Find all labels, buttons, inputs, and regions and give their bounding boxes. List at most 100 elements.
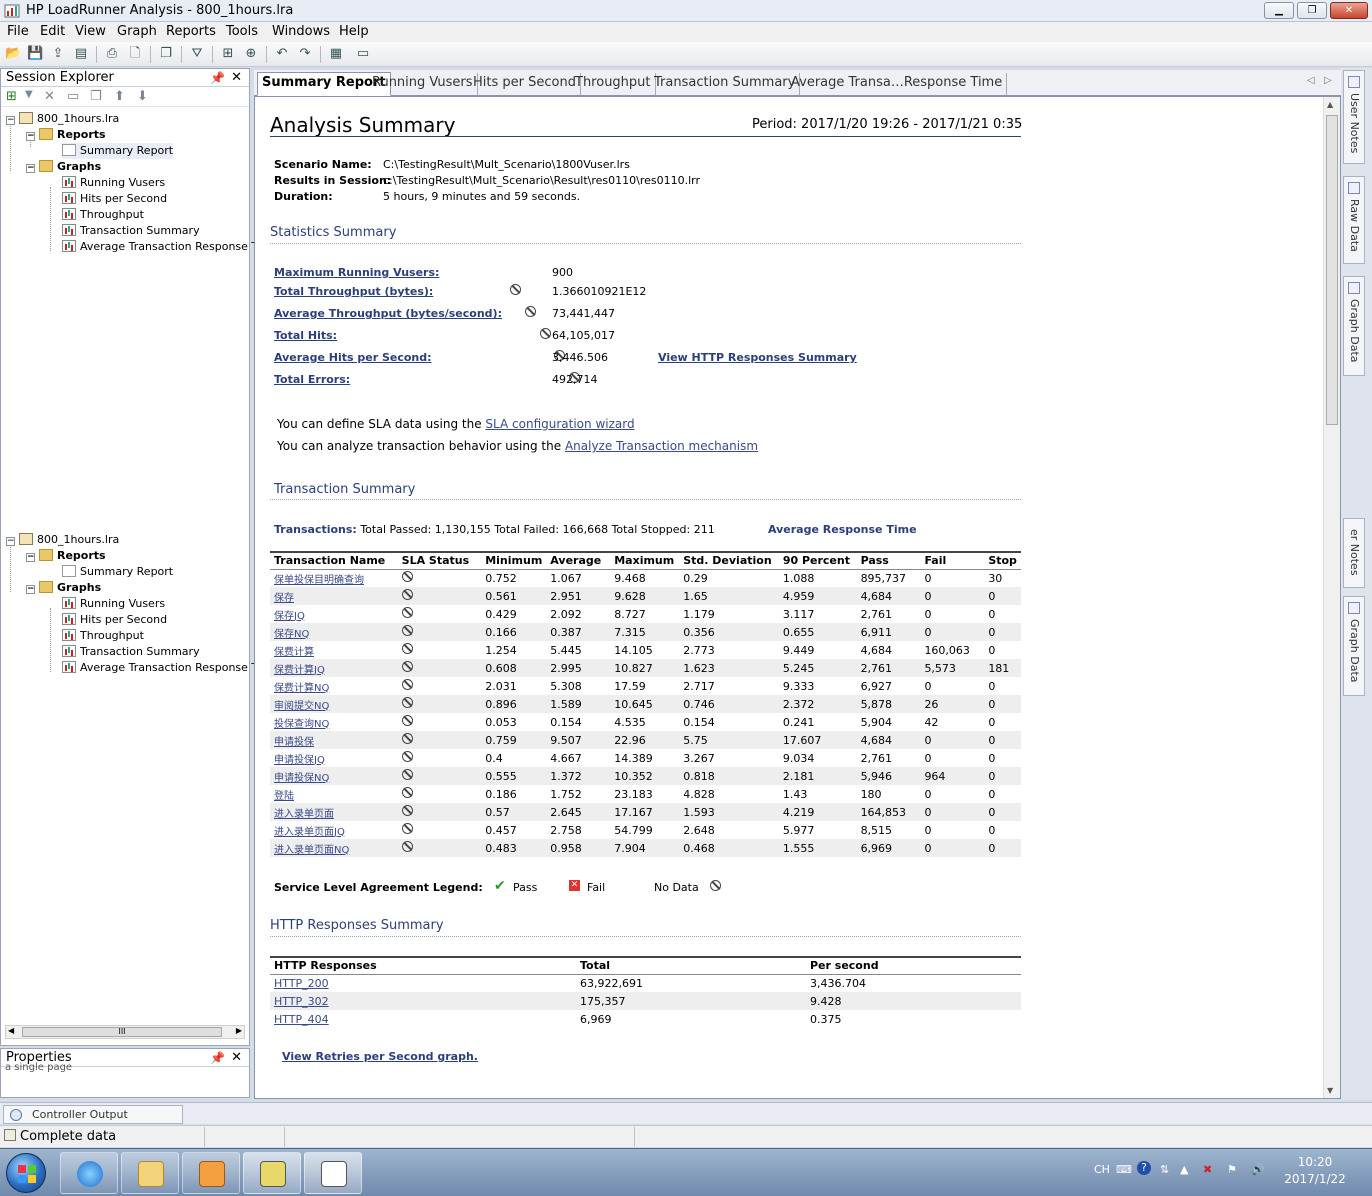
- tree-graph-transaction-summary[interactable]: Transaction Summary: [62, 644, 200, 660]
- help-icon[interactable]: ?: [1137, 1161, 1151, 1175]
- pin-icon[interactable]: 📌: [210, 69, 225, 87]
- print-preview-icon[interactable]: 🗋: [127, 46, 143, 62]
- copy-icon[interactable]: ❐: [158, 46, 174, 62]
- menu-edit[interactable]: Edit: [40, 24, 65, 39]
- transaction-name-link[interactable]: 保存: [270, 587, 398, 605]
- network-error-icon[interactable]: ✖: [1203, 1163, 1212, 1176]
- undo-icon[interactable]: ↶: [274, 46, 290, 62]
- http-response-link[interactable]: HTTP_302: [270, 992, 576, 1010]
- transaction-name-link[interactable]: 审阅提交NQ: [270, 695, 398, 713]
- import-icon[interactable]: ⇪: [50, 46, 66, 62]
- transaction-name-link[interactable]: 保存JQ: [270, 605, 398, 623]
- tab-running-vusers[interactable]: Running Vusers: [368, 73, 478, 95]
- close-button[interactable]: ✕: [1330, 2, 1368, 19]
- collapse-icon[interactable]: −: [6, 116, 15, 125]
- scroll-left-icon[interactable]: ◀: [8, 1026, 14, 1035]
- transaction-name-link[interactable]: 保费计算NQ: [270, 677, 398, 695]
- menu-windows[interactable]: Windows: [272, 24, 330, 39]
- restore-button[interactable]: ❐: [1297, 2, 1327, 19]
- dock-user-notes-2[interactable]: er Notes: [1343, 518, 1365, 588]
- stat-total-errors-label[interactable]: Total Errors:: [274, 373, 350, 386]
- save-icon[interactable]: 💾: [27, 46, 43, 62]
- transaction-name-link[interactable]: 投保查询NQ: [270, 713, 398, 731]
- transaction-name-link[interactable]: 申请投保NQ: [270, 767, 398, 785]
- keyboard-icon[interactable]: ⌨: [1116, 1163, 1132, 1176]
- tab-throughput[interactable]: Throughput: [571, 73, 656, 95]
- sla-wizard-link[interactable]: SLA configuration wizard: [485, 417, 634, 431]
- taskbar-explorer[interactable]: [121, 1152, 179, 1194]
- stat-avg-hits-label[interactable]: Average Hits per Second:: [274, 351, 432, 364]
- pin-icon[interactable]: 📌: [210, 1049, 225, 1067]
- merge-icon[interactable]: ⊞: [220, 46, 236, 62]
- scroll-up-icon[interactable]: ▲: [1327, 100, 1333, 109]
- volume-icon[interactable]: 🔊: [1251, 1163, 1265, 1176]
- tree-reports-folder[interactable]: − Reports: [26, 548, 106, 564]
- transaction-name-link[interactable]: 进入录单页面NQ: [270, 839, 398, 857]
- menu-file[interactable]: File: [7, 24, 29, 39]
- tab-average-response-time[interactable]: Average Transa…Response Time: [787, 73, 1008, 95]
- duplicate-icon[interactable]: ❐: [90, 89, 102, 104]
- show-hidden-icons[interactable]: ▲: [1180, 1163, 1188, 1176]
- dropdown-icon[interactable]: ▼: [25, 89, 33, 100]
- scrollbar-thumb[interactable]: III: [22, 1027, 222, 1037]
- session-horizontal-scrollbar[interactable]: ◀ III ▶: [5, 1025, 245, 1039]
- tree-summary-report[interactable]: Summary Report: [62, 564, 173, 580]
- stat-avg-throughput-label[interactable]: Average Throughput (bytes/second):: [274, 307, 502, 320]
- close-icon[interactable]: ✕: [231, 69, 242, 87]
- tree-graphs-folder[interactable]: − Graphs: [26, 159, 101, 175]
- rename-icon[interactable]: ▭: [67, 89, 79, 104]
- move-down-icon[interactable]: ⬇: [137, 89, 148, 104]
- export-icon[interactable]: ▤: [73, 46, 89, 62]
- dock-raw-data[interactable]: Raw Data: [1343, 176, 1365, 264]
- filter-icon[interactable]: ⛛: [189, 46, 205, 62]
- transaction-name-link[interactable]: 进入录单页面: [270, 803, 398, 821]
- tab-transaction-summary[interactable]: Transaction Summary: [650, 73, 801, 95]
- open-icon[interactable]: 📂: [5, 46, 21, 62]
- move-up-icon[interactable]: ⬆: [114, 89, 125, 104]
- controller-output-messages-tab[interactable]: Controller Output Messages: [3, 1105, 183, 1138]
- collapse-icon[interactable]: −: [26, 132, 35, 141]
- menu-tools[interactable]: Tools: [226, 24, 258, 39]
- tree-root-lra[interactable]: −800_1hours.lra: [6, 532, 119, 548]
- add-icon[interactable]: ⊞: [6, 89, 17, 104]
- content-vertical-scrollbar[interactable]: ▲ ▼: [1323, 97, 1340, 1098]
- stat-total-hits-label[interactable]: Total Hits:: [274, 329, 337, 342]
- taskbar-ie[interactable]: [60, 1152, 118, 1194]
- tree-graph-throughput[interactable]: Throughput: [62, 207, 144, 223]
- redo-icon[interactable]: ↷: [297, 46, 313, 62]
- http-response-link[interactable]: HTTP_200: [270, 974, 576, 992]
- tab-scroll-right-icon[interactable]: ▷: [1324, 75, 1332, 86]
- collapse-icon[interactable]: −: [26, 553, 35, 562]
- tree-graph-running-vusers[interactable]: Running Vusers: [62, 175, 165, 191]
- network-tray-icon[interactable]: ⇅: [1160, 1163, 1169, 1176]
- tree-graph-avg-response-time[interactable]: Average Transaction Response Tin: [62, 660, 268, 676]
- scroll-right-icon[interactable]: ▶: [236, 1026, 242, 1035]
- tree-graph-hits-per-second[interactable]: Hits per Second: [62, 612, 167, 628]
- dock-graph-data-2[interactable]: Graph Data: [1343, 596, 1365, 696]
- transaction-name-link[interactable]: 保存NQ: [270, 623, 398, 641]
- language-indicator[interactable]: CH: [1094, 1163, 1110, 1176]
- tree-graph-avg-response-time[interactable]: Average Transaction Response Tin: [62, 239, 268, 255]
- close-icon[interactable]: ✕: [231, 1049, 242, 1067]
- template-icon[interactable]: ⊕: [243, 46, 259, 62]
- tree-graph-running-vusers[interactable]: Running Vusers: [62, 596, 165, 612]
- menu-graph[interactable]: Graph: [117, 24, 157, 39]
- tree-graphs-folder[interactable]: − Graphs: [26, 580, 101, 596]
- tree-graph-hits-per-second[interactable]: Hits per Second: [62, 191, 167, 207]
- tree-graph-transaction-summary[interactable]: Transaction Summary: [62, 223, 200, 239]
- collapse-icon[interactable]: −: [26, 164, 35, 173]
- tree-graph-throughput[interactable]: Throughput: [62, 628, 144, 644]
- clock[interactable]: 10:20 2017/1/22: [1275, 1154, 1355, 1188]
- start-button[interactable]: [6, 1153, 46, 1193]
- transaction-name-link[interactable]: 保单投保目明确查询: [270, 569, 398, 587]
- tree-root-lra[interactable]: −800_1hours.lra: [6, 111, 119, 127]
- stat-max-vusers-label[interactable]: Maximum Running Vusers:: [274, 266, 439, 279]
- stat-total-throughput-label[interactable]: Total Throughput (bytes):: [274, 285, 433, 298]
- http-response-link[interactable]: HTTP_404: [270, 1010, 576, 1028]
- collapse-icon[interactable]: −: [26, 585, 35, 594]
- transaction-name-link[interactable]: 登陆: [270, 785, 398, 803]
- action-center-icon[interactable]: ⚑: [1227, 1163, 1237, 1176]
- taskbar-controller[interactable]: [243, 1152, 301, 1194]
- transaction-name-link[interactable]: 申请投保JQ: [270, 749, 398, 767]
- tab-hits-per-second[interactable]: Hits per Second: [469, 73, 581, 95]
